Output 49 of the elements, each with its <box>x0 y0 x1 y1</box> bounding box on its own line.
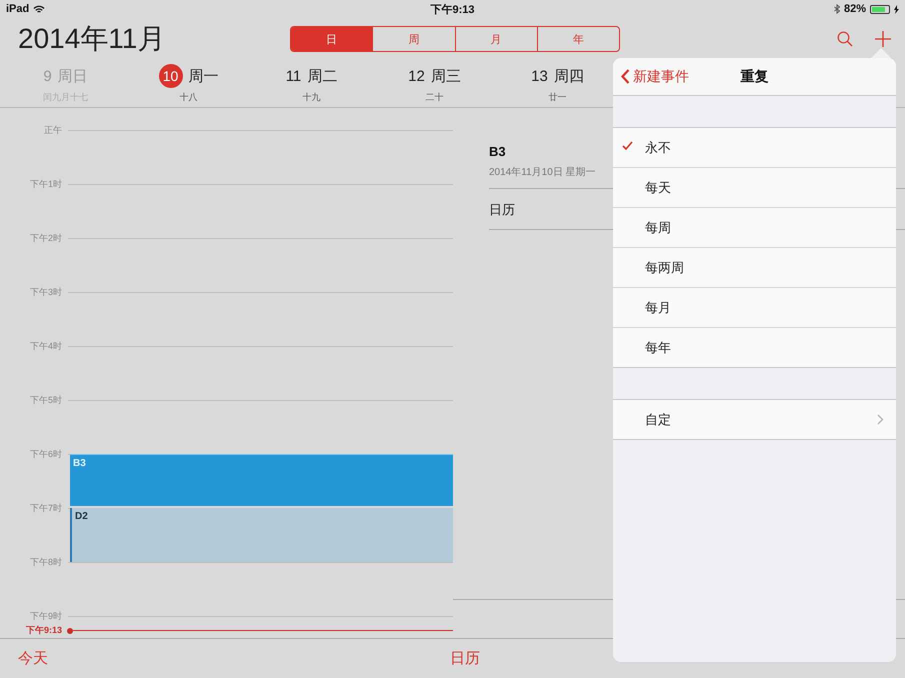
device-name: iPad <box>6 3 30 15</box>
repeat-option[interactable]: 每周 <box>613 207 896 247</box>
chevron-right-icon <box>877 414 884 425</box>
lunar-date: 十八 <box>180 91 198 104</box>
repeat-option[interactable]: 每月 <box>613 287 896 327</box>
month-title: 2014年11月 <box>17 22 166 56</box>
hour-label: 下午8时 <box>28 556 62 569</box>
weekday-label: 周四 <box>554 66 584 86</box>
custom-option[interactable]: 自定 <box>613 400 896 439</box>
hour-label: 下午6时 <box>28 448 62 461</box>
repeat-option[interactable]: 每天 <box>613 167 896 207</box>
chevron-left-icon <box>621 69 630 84</box>
day-number[interactable]: 13 <box>531 68 548 84</box>
back-button[interactable]: 新建事件 <box>613 68 689 86</box>
charging-icon <box>894 4 899 14</box>
weekday-label: 周二 <box>307 66 338 86</box>
status-time: 下午9:13 <box>430 2 475 16</box>
repeat-option[interactable]: 每年 <box>613 327 896 367</box>
today-date-badge[interactable]: 10 <box>158 64 182 88</box>
repeat-option[interactable]: 每两周 <box>613 247 896 287</box>
battery-icon <box>870 4 890 14</box>
day-number[interactable]: 11 <box>286 68 302 84</box>
hour-label: 下午4时 <box>28 340 62 353</box>
hour-label: 下午5时 <box>28 394 62 407</box>
hour-label: 下午7时 <box>28 502 62 515</box>
view-tab[interactable]: 日 <box>291 27 372 51</box>
hour-label: 下午1时 <box>28 178 62 191</box>
hour-label: 下午2时 <box>28 232 62 245</box>
event-block[interactable]: D2 <box>70 508 453 562</box>
weekday-label: 周一 <box>188 66 218 86</box>
weekday-label: 周三 <box>430 66 461 86</box>
current-time-label: 下午9:13 <box>24 624 62 637</box>
hour-label: 正午 <box>43 124 62 137</box>
popover-title: 重复 <box>740 68 768 86</box>
lunar-date: 二十 <box>426 91 444 104</box>
lunar-date: 十九 <box>302 91 320 104</box>
battery-percent: 82% <box>844 3 866 15</box>
search-icon[interactable] <box>837 31 853 47</box>
bluetooth-icon <box>834 4 840 14</box>
event-title: B3 <box>489 144 506 159</box>
hour-label: 下午3时 <box>28 286 62 299</box>
day-number[interactable]: 12 <box>408 68 425 84</box>
repeat-option[interactable]: 永不 <box>613 128 896 167</box>
hour-label: 下午9时 <box>28 610 62 623</box>
lunar-date: 廿一 <box>548 91 566 104</box>
weekday-label: 周日 <box>58 66 88 86</box>
wifi-icon <box>33 4 46 14</box>
add-icon[interactable] <box>875 31 891 47</box>
current-time-dot <box>67 628 73 634</box>
